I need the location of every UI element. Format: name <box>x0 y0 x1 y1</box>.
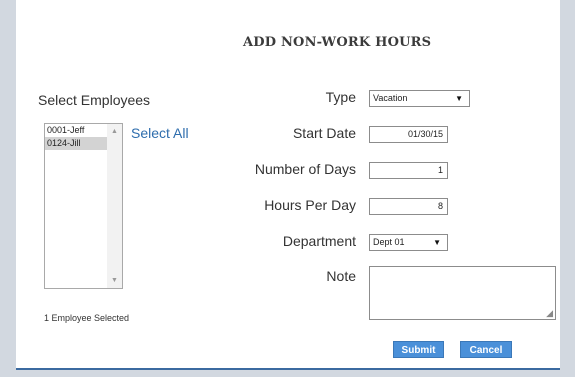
note-label: Note <box>326 268 356 284</box>
chevron-down-icon: ▼ <box>455 94 463 103</box>
select-all-link[interactable]: Select All <box>131 125 189 141</box>
resize-grip-icon[interactable]: ◢ <box>546 309 553 318</box>
cancel-button[interactable]: Cancel <box>460 341 512 358</box>
number-of-days-input[interactable]: 1 <box>369 162 448 179</box>
start-date-input[interactable]: 01/30/15 <box>369 126 448 143</box>
department-select-value: Dept 01 <box>373 237 405 247</box>
type-select-value: Vacation <box>373 93 408 103</box>
employee-listbox[interactable]: 0001-Jeff 0124-Jill ▲ ▼ <box>44 123 123 289</box>
chevron-down-icon: ▼ <box>433 238 441 247</box>
employee-option-jill[interactable]: 0124-Jill <box>45 137 107 150</box>
dialog-frame-right <box>560 0 575 377</box>
note-textarea[interactable]: ◢ <box>369 266 556 320</box>
department-select[interactable]: Dept 01 ▼ <box>369 234 448 251</box>
dialog-frame-left <box>0 0 16 377</box>
dialog-frame-bottom <box>16 368 560 377</box>
type-select[interactable]: Vacation ▼ <box>369 90 470 107</box>
employee-list-scrollbar[interactable]: ▲ ▼ <box>107 124 122 288</box>
number-of-days-label: Number of Days <box>254 161 356 177</box>
hours-per-day-label: Hours Per Day <box>264 197 356 213</box>
employee-count-text: 1 Employee Selected <box>44 313 130 323</box>
department-label: Department <box>282 233 356 249</box>
type-label: Type <box>325 89 356 105</box>
select-employees-label: Select Employees <box>38 92 151 108</box>
submit-button[interactable]: Submit <box>393 341 444 358</box>
scroll-up-icon[interactable]: ▲ <box>111 128 118 135</box>
frame-accent-line <box>16 368 560 370</box>
start-date-label: Start Date <box>292 125 356 141</box>
hours-per-day-input[interactable]: 8 <box>369 198 448 215</box>
dialog-title: ADD NON-WORK HOURS <box>243 35 432 50</box>
scroll-down-icon[interactable]: ▼ <box>111 277 118 284</box>
